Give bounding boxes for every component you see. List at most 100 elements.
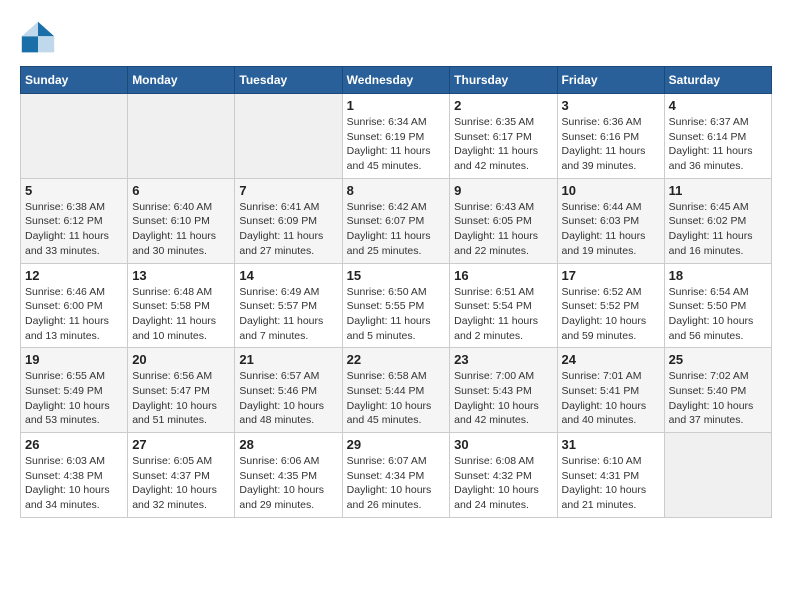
day-number: 5 (25, 183, 123, 198)
calendar-cell: 23Sunrise: 7:00 AM Sunset: 5:43 PM Dayli… (450, 348, 557, 433)
calendar-cell: 9 Sunrise: 6:43 AM Sunset: 6:05 PM Daylig… (450, 178, 557, 263)
day-number: 18 (669, 268, 767, 283)
calendar-cell: 31 Sunrise: 6:10 AM Sunset: 4:31 PM Dayli… (557, 433, 664, 518)
calendar-cell: 5Sunrise: 6:38 AM Sunset: 6:12 PM Daylig… (21, 178, 128, 263)
day-number: 19 (25, 352, 123, 367)
calendar-week-5: 26 Sunrise: 6:03 AM Sunset: 4:38 PM Dayli… (21, 433, 772, 518)
calendar-cell: 13 Sunrise: 6:48 AM Sunset: 5:58 PM Dayli… (128, 263, 235, 348)
day-number: 23 (454, 352, 552, 367)
day-number: 31 (562, 437, 660, 452)
day-number: 30 (454, 437, 552, 452)
day-info: Sunrise: 6:43 AM Sunset: 6:05 PM Dayligh… (454, 200, 552, 259)
calendar-cell: 1 Sunrise: 6:34 AM Sunset: 6:19 PM Daylig… (342, 94, 450, 179)
day-info: Sunrise: 6:34 AM Sunset: 6:19 PM Dayligh… (347, 115, 446, 174)
day-info: Sunrise: 7:01 AM Sunset: 5:41 PM Dayligh… (562, 369, 660, 428)
calendar-cell: 11 Sunrise: 6:45 AM Sunset: 6:02 PM Dayli… (664, 178, 771, 263)
calendar-cell: 25 Sunrise: 7:02 AM Sunset: 5:40 PM Dayli… (664, 348, 771, 433)
day-info: Sunrise: 6:49 AM Sunset: 5:57 PM Dayligh… (239, 285, 337, 344)
day-info: Sunrise: 6:36 AM Sunset: 6:16 PM Dayligh… (562, 115, 660, 174)
calendar-cell: 22 Sunrise: 6:58 AM Sunset: 5:44 PM Dayli… (342, 348, 450, 433)
day-number: 16 (454, 268, 552, 283)
day-number: 3 (562, 98, 660, 113)
day-number: 7 (239, 183, 337, 198)
day-info: Sunrise: 6:35 AM Sunset: 6:17 PM Dayligh… (454, 115, 552, 174)
day-number: 9 (454, 183, 552, 198)
day-info: Sunrise: 6:42 AM Sunset: 6:07 PM Dayligh… (347, 200, 446, 259)
day-number: 27 (132, 437, 230, 452)
day-number: 25 (669, 352, 767, 367)
day-info: Sunrise: 6:44 AM Sunset: 6:03 PM Dayligh… (562, 200, 660, 259)
calendar-cell: 19 Sunrise: 6:55 AM Sunset: 5:49 PM Dayli… (21, 348, 128, 433)
day-info: Sunrise: 7:02 AM Sunset: 5:40 PM Dayligh… (669, 369, 767, 428)
calendar-cell: 20 Sunrise: 6:56 AM Sunset: 5:47 PM Dayli… (128, 348, 235, 433)
calendar-cell: 24 Sunrise: 7:01 AM Sunset: 5:41 PM Dayli… (557, 348, 664, 433)
day-info: Sunrise: 6:56 AM Sunset: 5:47 PM Dayligh… (132, 369, 230, 428)
day-number: 10 (562, 183, 660, 198)
day-header-monday: Monday (128, 67, 235, 94)
calendar-cell: 15Sunrise: 6:50 AM Sunset: 5:55 PM Dayli… (342, 263, 450, 348)
calendar-cell (664, 433, 771, 518)
calendar-header: SundayMondayTuesdayWednesdayThursdayFrid… (21, 67, 772, 94)
day-header-thursday: Thursday (450, 67, 557, 94)
calendar-cell: 18Sunrise: 6:54 AM Sunset: 5:50 PM Dayli… (664, 263, 771, 348)
calendar-cell: 30 Sunrise: 6:08 AM Sunset: 4:32 PM Dayli… (450, 433, 557, 518)
day-number: 12 (25, 268, 123, 283)
calendar-cell: 2Sunrise: 6:35 AM Sunset: 6:17 PM Daylig… (450, 94, 557, 179)
day-info: Sunrise: 6:48 AM Sunset: 5:58 PM Dayligh… (132, 285, 230, 344)
calendar-cell: 7 Sunrise: 6:41 AM Sunset: 6:09 PM Daylig… (235, 178, 342, 263)
calendar-cell: 27 Sunrise: 6:05 AM Sunset: 4:37 PM Dayli… (128, 433, 235, 518)
calendar-cell: 12 Sunrise: 6:46 AM Sunset: 6:00 PM Dayli… (21, 263, 128, 348)
calendar-cell (235, 94, 342, 179)
day-info: Sunrise: 6:41 AM Sunset: 6:09 PM Dayligh… (239, 200, 337, 259)
day-info: Sunrise: 6:58 AM Sunset: 5:44 PM Dayligh… (347, 369, 446, 428)
page-header (20, 20, 772, 56)
day-info: Sunrise: 6:57 AM Sunset: 5:46 PM Dayligh… (239, 369, 337, 428)
calendar-week-3: 12 Sunrise: 6:46 AM Sunset: 6:00 PM Dayli… (21, 263, 772, 348)
calendar-cell: 10 Sunrise: 6:44 AM Sunset: 6:03 PM Dayli… (557, 178, 664, 263)
calendar-cell: 6Sunrise: 6:40 AM Sunset: 6:10 PM Daylig… (128, 178, 235, 263)
calendar-cell (128, 94, 235, 179)
calendar-cell: 26 Sunrise: 6:03 AM Sunset: 4:38 PM Dayli… (21, 433, 128, 518)
day-number: 4 (669, 98, 767, 113)
day-info: Sunrise: 6:45 AM Sunset: 6:02 PM Dayligh… (669, 200, 767, 259)
day-info: Sunrise: 6:03 AM Sunset: 4:38 PM Dayligh… (25, 454, 123, 513)
day-header-saturday: Saturday (664, 67, 771, 94)
day-number: 21 (239, 352, 337, 367)
day-number: 8 (347, 183, 446, 198)
day-header-sunday: Sunday (21, 67, 128, 94)
day-number: 29 (347, 437, 446, 452)
day-info: Sunrise: 6:52 AM Sunset: 5:52 PM Dayligh… (562, 285, 660, 344)
calendar-week-2: 5Sunrise: 6:38 AM Sunset: 6:12 PM Daylig… (21, 178, 772, 263)
day-number: 6 (132, 183, 230, 198)
day-number: 26 (25, 437, 123, 452)
day-info: Sunrise: 6:46 AM Sunset: 6:00 PM Dayligh… (25, 285, 123, 344)
day-info: Sunrise: 6:08 AM Sunset: 4:32 PM Dayligh… (454, 454, 552, 513)
day-number: 28 (239, 437, 337, 452)
day-number: 22 (347, 352, 446, 367)
day-info: Sunrise: 6:10 AM Sunset: 4:31 PM Dayligh… (562, 454, 660, 513)
day-info: Sunrise: 6:06 AM Sunset: 4:35 PM Dayligh… (239, 454, 337, 513)
day-number: 15 (347, 268, 446, 283)
calendar-cell: 28 Sunrise: 6:06 AM Sunset: 4:35 PM Dayli… (235, 433, 342, 518)
day-number: 13 (132, 268, 230, 283)
day-info: Sunrise: 6:05 AM Sunset: 4:37 PM Dayligh… (132, 454, 230, 513)
logo (20, 20, 60, 56)
calendar-cell (21, 94, 128, 179)
calendar-week-4: 19 Sunrise: 6:55 AM Sunset: 5:49 PM Dayli… (21, 348, 772, 433)
day-info: Sunrise: 6:07 AM Sunset: 4:34 PM Dayligh… (347, 454, 446, 513)
day-number: 20 (132, 352, 230, 367)
calendar-cell: 29 Sunrise: 6:07 AM Sunset: 4:34 PM Dayli… (342, 433, 450, 518)
day-number: 24 (562, 352, 660, 367)
calendar-cell: 14Sunrise: 6:49 AM Sunset: 5:57 PM Dayli… (235, 263, 342, 348)
day-info: Sunrise: 6:51 AM Sunset: 5:54 PM Dayligh… (454, 285, 552, 344)
day-header-friday: Friday (557, 67, 664, 94)
calendar-cell: 21 Sunrise: 6:57 AM Sunset: 5:46 PM Dayli… (235, 348, 342, 433)
calendar-table: SundayMondayTuesdayWednesdayThursdayFrid… (20, 66, 772, 518)
day-header-wednesday: Wednesday (342, 67, 450, 94)
calendar-cell: 17 Sunrise: 6:52 AM Sunset: 5:52 PM Dayli… (557, 263, 664, 348)
day-number: 1 (347, 98, 446, 113)
day-number: 17 (562, 268, 660, 283)
calendar-cell: 16 Sunrise: 6:51 AM Sunset: 5:54 PM Dayli… (450, 263, 557, 348)
day-number: 11 (669, 183, 767, 198)
day-info: Sunrise: 6:55 AM Sunset: 5:49 PM Dayligh… (25, 369, 123, 428)
